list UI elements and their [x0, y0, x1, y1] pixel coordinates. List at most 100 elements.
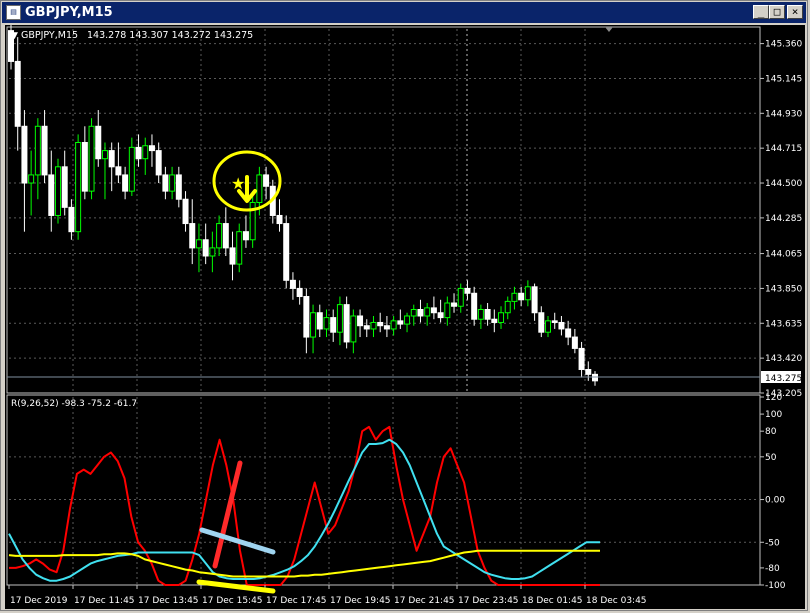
candle-body	[101, 150, 108, 160]
chart-window-icon: ▤	[6, 5, 21, 20]
candle-body	[484, 308, 491, 320]
candle-body	[128, 146, 135, 192]
candle-body	[578, 347, 585, 370]
candle-body	[195, 239, 202, 249]
time-label: 17 Dec 21:45	[394, 596, 455, 606]
indicator-tick-label: 0.00	[765, 496, 785, 506]
candle-body	[303, 296, 310, 338]
candle-body	[444, 302, 451, 319]
candle-body	[350, 315, 357, 343]
candle-body	[155, 150, 162, 176]
candle-body	[209, 247, 216, 257]
candle-body	[222, 223, 229, 249]
candle-body	[316, 312, 323, 330]
candle-body	[511, 292, 518, 302]
candle-body	[263, 174, 270, 187]
candle-body	[451, 302, 458, 307]
candle-body	[565, 328, 572, 338]
indicator-axis: 120 100 80 50 0.00 -50 -80 -100	[760, 393, 786, 591]
candle-body	[545, 320, 552, 333]
chart-svg[interactable]: ▼ GBPJPY,M15 143.278 143.307 143.272 143…	[5, 20, 805, 609]
candle-body	[370, 321, 377, 330]
candle-body	[518, 292, 525, 301]
candle-body	[81, 141, 88, 192]
candle-body	[182, 198, 189, 225]
candle-body	[34, 125, 41, 176]
price-label: 144.285	[765, 214, 802, 224]
indicator-lines	[8, 425, 600, 586]
candle-body	[424, 307, 431, 317]
candle-body	[68, 206, 75, 233]
candles	[8, 20, 598, 386]
candle-body	[397, 320, 404, 325]
indicator-tick-label: -80	[765, 564, 780, 574]
time-label: 17 Dec 17:45	[266, 596, 327, 606]
main-pane-frame	[6, 26, 761, 394]
chart-area[interactable]: ▼ GBPJPY,M15 143.278 143.307 143.272 143…	[5, 20, 805, 609]
time-label: 17 Dec 19:45	[330, 596, 391, 606]
candle-body	[229, 247, 236, 265]
candle-body	[477, 308, 484, 320]
candle-body	[310, 312, 317, 338]
price-label: 144.715	[765, 144, 802, 154]
candle-body	[504, 300, 511, 314]
indicator-tick-label: 120	[765, 393, 782, 403]
candle-body	[571, 336, 578, 349]
candle-body	[404, 315, 411, 325]
minimize-button[interactable]: _	[753, 5, 769, 19]
candle-body	[336, 304, 343, 333]
time-label: 18 Dec 03:45	[586, 596, 647, 606]
shift-marker-icon[interactable]	[605, 27, 613, 32]
candle-body	[377, 321, 384, 327]
candle-body	[457, 287, 464, 307]
title-bar[interactable]: ▤ GBPJPY,M15 _ □ ×	[2, 2, 806, 23]
candle-body	[330, 317, 337, 333]
price-label: 144.500	[765, 179, 802, 189]
annotation-red-line	[212, 460, 243, 569]
window-title: GBPJPY,M15	[25, 5, 113, 20]
current-price-value: 143.275	[765, 374, 802, 384]
candle-body	[202, 239, 209, 257]
time-label: 17 Dec 23:45	[458, 596, 519, 606]
price-label: 144.930	[765, 109, 802, 119]
candle-body	[430, 307, 437, 314]
close-button[interactable]: ×	[787, 5, 803, 19]
annotation-yellow-line	[196, 579, 276, 594]
candle-body	[88, 125, 95, 192]
candle-body	[491, 318, 498, 323]
candle-body	[323, 317, 330, 330]
candle-body	[175, 174, 182, 200]
candle-body	[256, 174, 263, 203]
candle-body	[28, 174, 35, 184]
candle-body	[417, 308, 424, 317]
indicator-tick-label: -50	[765, 538, 780, 548]
candle-body	[142, 145, 149, 160]
candle-body	[115, 166, 122, 176]
time-label: 18 Dec 01:45	[522, 596, 583, 606]
candle-body	[363, 325, 370, 330]
time-label: 17 Dec 13:45	[138, 596, 199, 606]
time-label: 17 Dec 11:45	[74, 596, 135, 606]
ohlc-label: 143.278 143.307 143.272 143.275	[87, 30, 253, 41]
candle-body	[531, 286, 538, 314]
maximize-button[interactable]: □	[769, 5, 785, 19]
chart-window: ▤ GBPJPY,M15 _ □ × ▼ GBPJPY,M15 143.278 …	[0, 0, 808, 611]
candle-body	[41, 125, 48, 176]
indicator-slow-line	[8, 549, 600, 578]
candle-body	[592, 373, 598, 382]
price-label: 144.065	[765, 250, 802, 260]
time-axis: 17 Dec 2019 17 Dec 11:45 17 Dec 13:45 17 De…	[8, 585, 647, 606]
candle-body	[148, 145, 155, 152]
time-label: 17 Dec 2019	[10, 596, 68, 606]
price-label: 143.850	[765, 284, 802, 294]
candle-body	[343, 304, 350, 343]
candle-body	[54, 166, 61, 216]
candle-body	[75, 141, 82, 233]
candle-body	[108, 150, 115, 168]
price-label: 145.360	[765, 40, 802, 50]
pane-collapse-icon[interactable]: ▼	[11, 31, 18, 41]
candle-body	[122, 174, 129, 192]
indicator-tick-label: -100	[765, 581, 786, 591]
candle-body	[558, 321, 565, 330]
candle-body	[242, 231, 249, 241]
